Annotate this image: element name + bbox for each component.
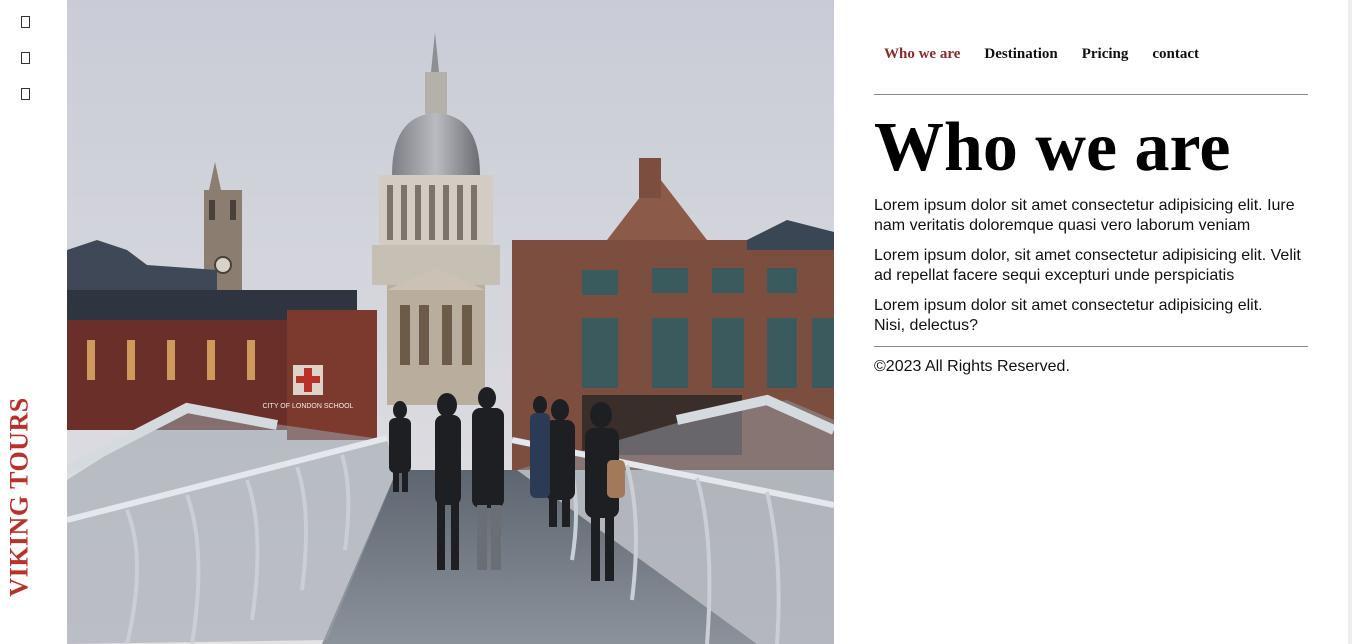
content-panel: Who we are Destination Pricing contact W… <box>874 0 1308 644</box>
hero-image: CITY OF LONDON SCHOOL <box>67 0 834 644</box>
top-divider <box>874 94 1308 95</box>
nav-destination[interactable]: Destination <box>984 46 1057 63</box>
nav-pricing[interactable]: Pricing <box>1082 46 1129 63</box>
social-icon-2[interactable] <box>21 52 30 64</box>
main-nav: Who we are Destination Pricing contact <box>884 46 1199 63</box>
paragraph-2: Lorem ipsum dolor, sit amet consectetur … <box>874 247 1301 284</box>
bottom-divider <box>874 346 1308 347</box>
school-sign: CITY OF LONDON SCHOOL <box>263 403 354 410</box>
social-icon-3[interactable] <box>21 88 30 100</box>
left-sidebar: VIKING TOURS <box>0 0 67 644</box>
brand-logo[interactable]: VIKING TOURS <box>4 397 36 597</box>
page-title: Who we are <box>874 109 1231 186</box>
copyright-text: ©2023 All Rights Reserved. <box>874 358 1070 375</box>
scrollbar[interactable] <box>1348 0 1352 644</box>
nav-contact[interactable]: contact <box>1152 46 1199 63</box>
paragraph-3: Lorem ipsum dolor sit amet consectetur a… <box>874 297 1263 334</box>
social-icon-1[interactable] <box>21 16 30 28</box>
brand-text: VIKING TOURS <box>5 397 34 597</box>
paragraph-1: Lorem ipsum dolor sit amet consectetur a… <box>874 197 1295 234</box>
school-crest <box>293 365 323 395</box>
nav-who-we-are[interactable]: Who we are <box>884 46 960 63</box>
